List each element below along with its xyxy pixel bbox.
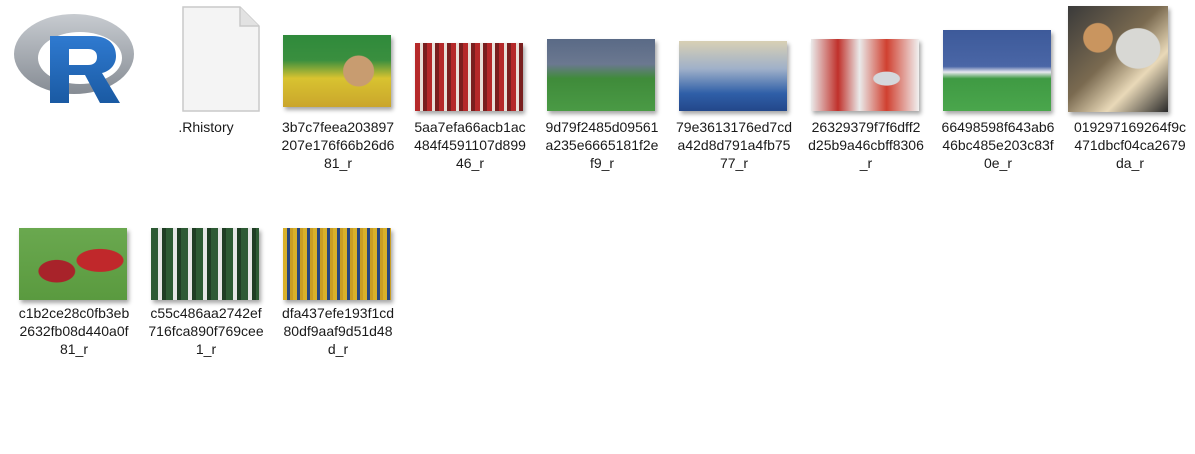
file-item-image[interactable]: c1b2ce28c0fb3eb2632fb08d440a0f81_r [10, 222, 138, 358]
image-thumbnail [679, 41, 787, 111]
file-item-rhistory[interactable]: .Rhistory [142, 6, 270, 136]
file-name: 26329379f7f6dff2d25b9a46cbff8306_r [808, 119, 924, 171]
file-item-image[interactable]: c55c486aa2742ef716fca890f769cee1_r [142, 222, 270, 358]
file-item-image[interactable]: 019297169264f9c471dbcf04ca2679da_r [1066, 6, 1194, 172]
document-icon [182, 6, 260, 112]
image-thumbnail [283, 228, 391, 300]
image-thumbnail [19, 228, 127, 300]
image-thumbnail [415, 43, 523, 111]
file-name: 5aa7efa66acb1ac484f4591107d89946_r [414, 119, 526, 171]
file-explorer-view: { "files": [ {"name": "", "kind": "r-app… [0, 0, 1195, 454]
file-name: 66498598f643ab646bc485e203c83f0e_r [941, 119, 1055, 171]
r-icon [14, 14, 134, 103]
image-thumbnail [547, 39, 655, 111]
image-thumbnail [943, 30, 1051, 111]
image-thumbnail [151, 228, 259, 300]
file-item-image[interactable]: 66498598f643ab646bc485e203c83f0e_r [934, 6, 1062, 172]
file-item-r-app[interactable] [10, 6, 138, 118]
file-name: 9d79f2485d09561a235e6665181f2ef9_r [545, 119, 659, 171]
image-thumbnail [1068, 6, 1168, 112]
image-thumbnail [811, 39, 919, 111]
image-thumbnail [283, 35, 391, 107]
file-item-image[interactable]: 79e3613176ed7cda42d8d791a4fb7577_r [670, 6, 798, 172]
r-logo-icon [10, 6, 138, 118]
file-name: 79e3613176ed7cda42d8d791a4fb7577_r [676, 119, 793, 171]
file-item-image[interactable]: 3b7c7feea203897207e176f66b26d681_r [274, 6, 402, 172]
file-name: dfa437efe193f1cd80df9aaf9d51d48d_r [281, 305, 395, 357]
file-item-image[interactable]: 26329379f7f6dff2d25b9a46cbff8306_r [802, 6, 930, 172]
file-name: c1b2ce28c0fb3eb2632fb08d440a0f81_r [18, 305, 130, 357]
file-name: .Rhistory [178, 119, 234, 135]
file-item-image[interactable]: 9d79f2485d09561a235e6665181f2ef9_r [538, 6, 666, 172]
file-name: 019297169264f9c471dbcf04ca2679da_r [1073, 119, 1187, 171]
file-name: c55c486aa2742ef716fca890f769cee1_r [148, 305, 264, 357]
file-item-image[interactable]: dfa437efe193f1cd80df9aaf9d51d48d_r [274, 222, 402, 358]
file-item-image[interactable]: 5aa7efa66acb1ac484f4591107d89946_r [406, 6, 534, 172]
file-name: 3b7c7feea203897207e176f66b26d681_r [281, 119, 395, 171]
